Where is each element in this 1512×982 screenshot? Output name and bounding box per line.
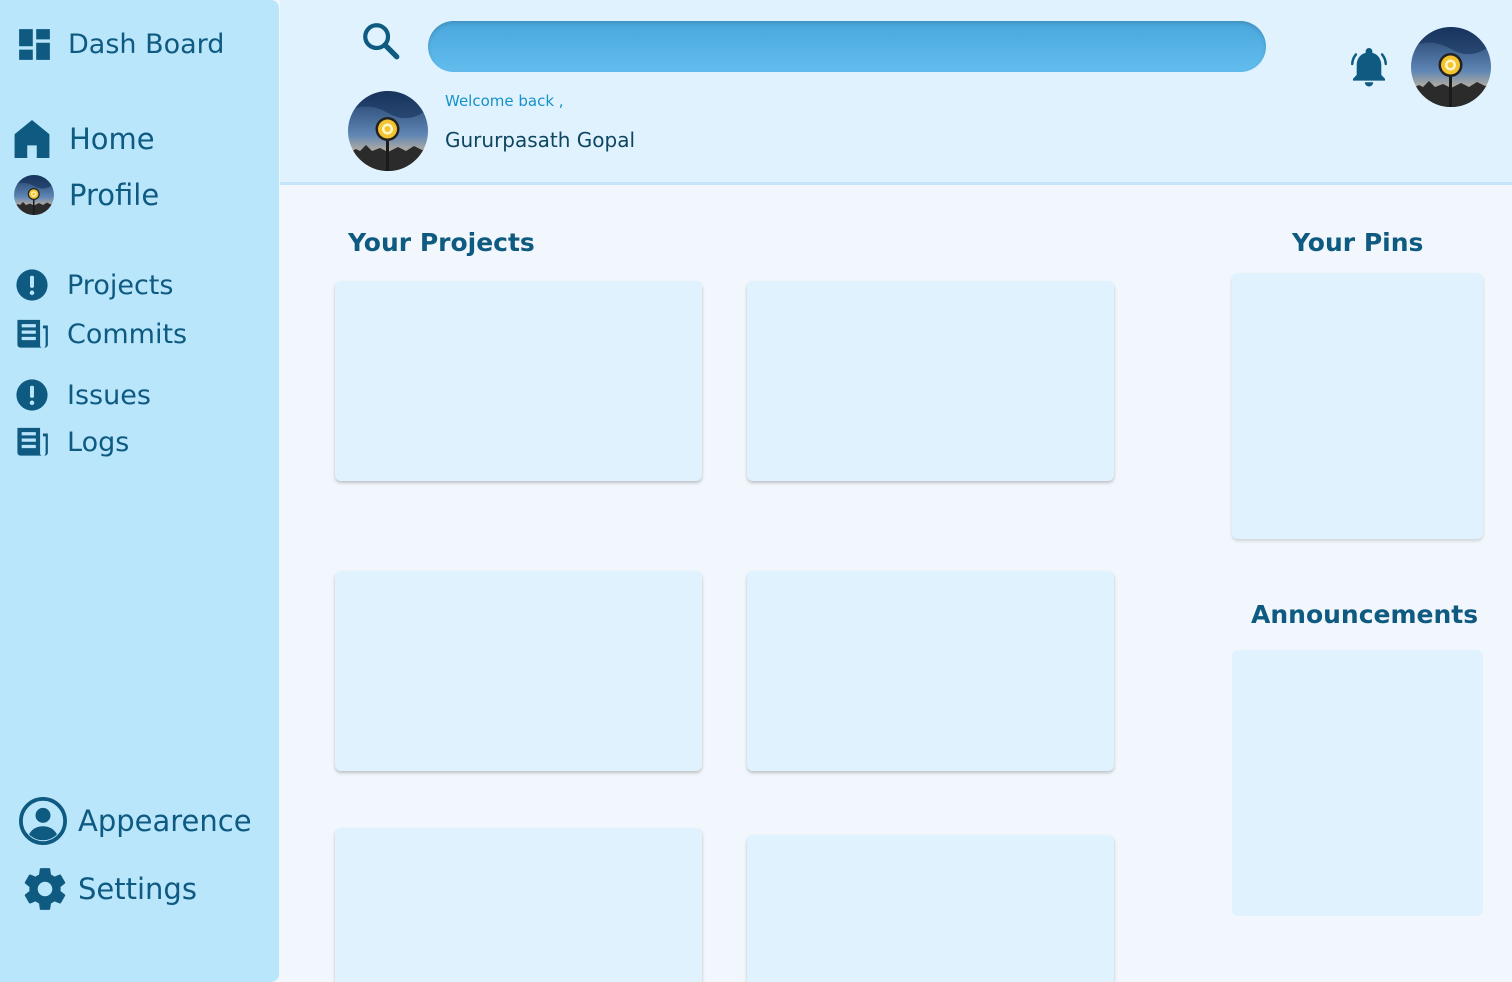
welcome-avatar [348, 91, 428, 171]
sidebar-item-issues[interactable]: Issues [15, 378, 151, 412]
announcements-title: Announcements [1251, 600, 1479, 629]
profile-avatar-icon [14, 175, 54, 215]
sidebar-item-commits-label: Commits [67, 318, 188, 350]
sidebar-item-appearence[interactable]: Appearence [18, 796, 252, 846]
sidebar-brand-label: Dash Board [68, 29, 225, 60]
pins-title: Your Pins [1292, 228, 1424, 257]
project-card[interactable] [747, 571, 1114, 771]
gear-icon [20, 864, 70, 914]
search-icon[interactable] [360, 20, 402, 62]
sidebar-item-profile-label: Profile [69, 178, 160, 212]
sidebar-brand[interactable]: Dash Board [14, 24, 224, 65]
username: Gururpasath Gopal [445, 128, 636, 152]
sidebar-item-logs[interactable]: Logs [16, 425, 129, 459]
header-avatar[interactable] [1411, 27, 1491, 107]
sidebar-item-home-label: Home [69, 122, 155, 156]
search-input[interactable] [428, 21, 1266, 72]
sidebar-item-projects-label: Projects [67, 269, 174, 301]
exclamation-circle-icon [15, 268, 49, 302]
project-card[interactable] [335, 571, 702, 771]
home-icon [13, 118, 51, 160]
sidebar: Dash Board Home Profile Projects Commits… [0, 0, 279, 982]
project-card[interactable] [335, 281, 702, 481]
sidebar-item-issues-label: Issues [67, 379, 151, 411]
sidebar-item-logs-label: Logs [67, 426, 130, 458]
sidebar-item-settings[interactable]: Settings [20, 864, 197, 914]
pins-card[interactable] [1232, 273, 1483, 539]
header: Welcome back , Gururpasath Gopal [280, 0, 1512, 185]
sidebar-item-profile[interactable]: Profile [14, 175, 159, 215]
sidebar-item-home[interactable]: Home [13, 118, 155, 160]
bell-icon[interactable] [1350, 48, 1388, 88]
newspaper-icon [16, 317, 50, 351]
project-card[interactable] [747, 835, 1114, 982]
announcements-card[interactable] [1232, 650, 1483, 916]
sidebar-item-settings-label: Settings [78, 872, 197, 906]
sidebar-item-commits[interactable]: Commits [16, 317, 187, 351]
projects-title: Your Projects [348, 228, 535, 257]
project-card[interactable] [747, 281, 1114, 481]
sidebar-item-projects[interactable]: Projects [15, 268, 173, 302]
exclamation-circle-icon [15, 378, 49, 412]
user-circle-icon [18, 796, 68, 846]
dashboard-icon [14, 24, 55, 65]
welcome-text: Welcome back , [445, 92, 564, 110]
sidebar-item-appearence-label: Appearence [78, 804, 252, 838]
project-card[interactable] [335, 828, 702, 982]
newspaper-icon [16, 425, 50, 459]
